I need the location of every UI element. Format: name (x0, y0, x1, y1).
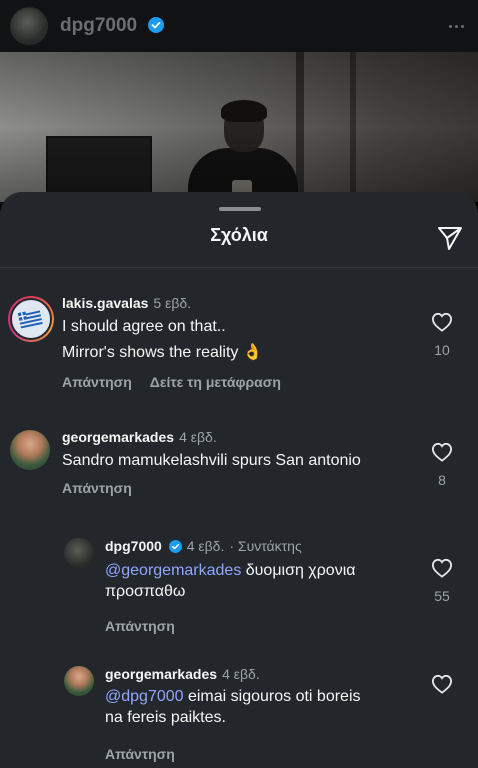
comment-text-line-2: Mirror's shows the reality 👌 (62, 344, 263, 361)
comments-sheet: Σχόλια lakis.gavalas 5 εβδ. I should agr… (0, 192, 478, 768)
comment-time: 4 εβδ. (179, 429, 217, 445)
heart-icon[interactable] (431, 442, 453, 462)
heart-icon[interactable] (431, 674, 453, 694)
comment-username[interactable]: georgemarkades (62, 429, 174, 445)
comment-text-line-1: Sandro mamukelashvili spurs San antonio (62, 452, 361, 469)
reply-text-line-2: προσπαθω (105, 583, 186, 600)
comment-time: 5 εβδ. (153, 295, 192, 311)
reply-text-line-1: @georgemarkades δυομιση χρονια (105, 560, 356, 582)
comment-like (422, 674, 462, 694)
comment-avatar[interactable] (8, 296, 54, 342)
reply-text-line-1: @dpg7000 eimai sigouros oti boreis (105, 686, 361, 708)
reply-username[interactable]: dpg7000 (105, 538, 162, 554)
post-author-username[interactable]: dpg7000 (60, 15, 165, 37)
verified-badge-icon (148, 17, 165, 33)
more-options-icon[interactable] (444, 14, 468, 38)
heart-icon[interactable] (431, 312, 453, 332)
reply-text-rest: eimai sigouros oti boreis (183, 688, 361, 705)
photo-dim-overlay (0, 52, 478, 202)
reply-text-rest: δυομιση χρονια (241, 562, 356, 579)
reply-time: 4 εβδ. (222, 666, 260, 682)
sheet-divider (0, 267, 478, 268)
post-author-avatar[interactable] (10, 7, 48, 45)
comment-username[interactable]: lakis.gavalas (62, 295, 148, 311)
post-username-text[interactable]: dpg7000 (60, 15, 137, 36)
like-count: 10 (434, 342, 450, 358)
mention-link[interactable]: @dpg7000 (105, 688, 184, 705)
sheet-title: Σχόλια (210, 225, 268, 245)
reply-text-line-2: na fereis paiktes. (105, 709, 226, 726)
comment-avatar[interactable] (10, 430, 50, 470)
heart-icon[interactable] (431, 558, 453, 578)
greek-flag-avatar-icon (17, 310, 43, 329)
verified-badge-icon (168, 540, 182, 553)
reply-button[interactable]: Απάντηση (105, 618, 175, 634)
mention-link[interactable]: @georgemarkades (105, 562, 241, 579)
comment-like: 10 (422, 312, 462, 358)
reply-avatar[interactable] (64, 538, 94, 568)
reply-time: 4 εβδ. (186, 538, 225, 554)
sheet-drag-handle[interactable] (219, 207, 261, 211)
author-tag: · Συντάκτης (229, 538, 302, 554)
post-header: dpg7000 (0, 0, 478, 52)
reply-username[interactable]: georgemarkades (105, 666, 217, 682)
like-count: 55 (434, 588, 450, 604)
reply-button[interactable]: Απάντηση (105, 746, 175, 762)
see-translation-button[interactable]: Δείτε τη μετάφραση (150, 374, 281, 390)
share-send-icon[interactable] (436, 224, 464, 252)
comment-like: 8 (422, 442, 462, 488)
reply-avatar[interactable] (64, 666, 94, 696)
post-photo[interactable] (0, 52, 478, 202)
comment-text-line-1: I should agree on that.. (62, 318, 226, 335)
reply-button[interactable]: Απάντηση (62, 480, 132, 496)
comment-like: 55 (422, 558, 462, 604)
like-count: 8 (438, 472, 446, 488)
reply-button[interactable]: Απάντηση (62, 374, 132, 390)
